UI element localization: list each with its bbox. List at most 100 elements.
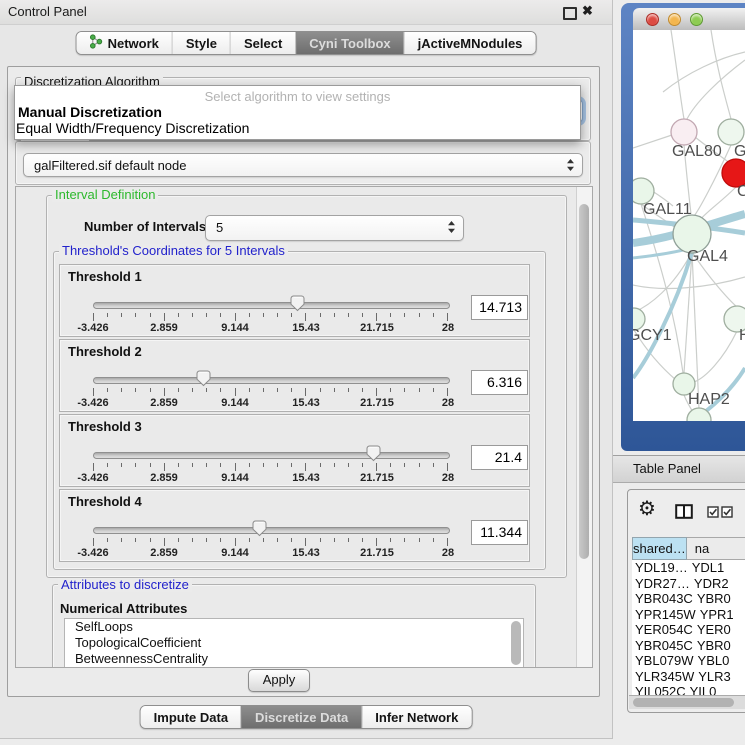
table-panel-body: ⚙ shared…na YDL19…YDL1YDR27…YDR2YBR043CY… — [627, 489, 745, 713]
threshold-1-value-field[interactable]: 14.713 — [471, 295, 528, 320]
cyni-toolbox-panel: Discretization Algorithm Select algorith… — [7, 66, 600, 697]
tab-impute-data[interactable]: Impute Data — [141, 706, 241, 728]
numerical-attributes-list[interactable]: SelfLoopsTopologicalCoefficientBetweenne… — [64, 618, 524, 668]
node-label: GA — [734, 143, 745, 160]
checkbox-checked-icon[interactable] — [707, 505, 719, 523]
network-node-ga[interactable] — [718, 119, 744, 145]
slider-track[interactable] — [93, 527, 450, 534]
tab-discretize-data[interactable]: Discretize Data — [241, 706, 361, 728]
network-nodes — [633, 119, 745, 421]
column-header-2[interactable]: na — [687, 537, 745, 560]
apply-button[interactable]: Apply — [248, 669, 310, 692]
slider-track[interactable] — [93, 452, 450, 459]
cell-name: YDR2 — [690, 576, 745, 592]
number-of-intervals-label: Number of Intervals — [84, 219, 206, 234]
cell-shared-name: YIL052C — [632, 684, 686, 695]
node-label: GCY1 — [633, 327, 672, 344]
slider-track[interactable] — [93, 377, 450, 384]
table-data-combobox[interactable]: galFiltered.sif default node — [23, 153, 583, 177]
attributes-scrollbar[interactable] — [511, 621, 521, 665]
slider-track[interactable] — [93, 302, 450, 309]
tab-label: Cyni Toolbox — [309, 36, 390, 51]
slider-scale-label: 21.715 — [360, 322, 394, 334]
node-label: GAL80 — [672, 143, 722, 160]
window-title: Control Panel — [8, 4, 87, 19]
table-horizontal-scrollbar[interactable] — [629, 695, 745, 709]
table-row[interactable]: YER054CYER0 — [632, 622, 745, 638]
slider-ticks — [93, 388, 448, 397]
threshold-3-value-field[interactable]: 21.4 — [471, 445, 528, 470]
scrollbar-thumb[interactable] — [579, 204, 589, 559]
threshold-2-value-field[interactable]: 6.316 — [471, 370, 528, 395]
threshold-4-value-field[interactable]: 11.344 — [471, 520, 528, 545]
node-label: C — [737, 183, 745, 200]
network-node-gal80[interactable] — [671, 119, 697, 145]
slider-scale-label: 2.859 — [150, 397, 178, 409]
cell-shared-name: YDR27… — [632, 576, 690, 592]
table-row[interactable]: YDR27…YDR2 — [632, 576, 745, 592]
cell-name: YBL0 — [694, 653, 745, 669]
slider-scale-label: -3.426 — [77, 322, 108, 334]
algorithm-placeholder-item[interactable]: Select algorithm to view settings — [15, 86, 580, 104]
cell-name: YLR3 — [694, 669, 745, 685]
algorithm-option-manual[interactable]: Manual Discretization — [15, 104, 580, 120]
bottom-tab-bar: Impute Data Discretize Data Infer Network — [140, 705, 473, 729]
threshold-2-row: Threshold 2-3.4262.8599.14415.4321.71528… — [59, 339, 530, 412]
scrollbar-thumb[interactable] — [633, 698, 734, 707]
settings-scroll-area: Interval Definition Number of Intervals … — [15, 186, 593, 668]
cell-name: YER0 — [693, 622, 745, 638]
tab-cyni-toolbox[interactable]: Cyni Toolbox — [295, 32, 403, 54]
tab-label: Network — [108, 36, 159, 51]
node-table[interactable]: shared…na YDL19…YDL1YDR27…YDR2YBR043CYBR… — [632, 537, 745, 695]
close-light-icon[interactable] — [646, 13, 659, 26]
minimize-light-icon[interactable] — [668, 13, 681, 26]
slider-scale-label: 21.715 — [360, 397, 394, 409]
table-row[interactable]: YBL079WYBL0 — [632, 653, 745, 669]
network-canvas[interactable]: GAL80GACGAL11GAL4GCY1HHAP2 — [633, 30, 745, 421]
slider-scale-label: 2.859 — [150, 472, 178, 484]
node-label: HAP2 — [688, 391, 730, 408]
table-row[interactable]: YIL052CYIL0 — [632, 684, 745, 695]
cell-shared-name: YDL19… — [632, 560, 688, 576]
close-icon[interactable]: ✖ — [582, 3, 593, 19]
tab-label: Style — [186, 36, 217, 51]
table-row[interactable]: YPR145WYPR1 — [632, 607, 745, 623]
cell-shared-name: YPR145W — [632, 607, 696, 623]
checkbox-checked-icon[interactable] — [721, 505, 733, 523]
table-row[interactable]: YDL19…YDL1 — [632, 560, 745, 576]
cell-shared-name: YBR045C — [632, 638, 693, 654]
slider-ticks — [93, 463, 448, 472]
panel-vertical-scrollbar[interactable] — [576, 187, 592, 667]
tab-select[interactable]: Select — [230, 32, 295, 54]
tab-style[interactable]: Style — [172, 32, 230, 54]
table-row[interactable]: YBR043CYBR0 — [632, 591, 745, 607]
gear-icon[interactable]: ⚙ — [638, 496, 656, 521]
zoom-light-icon[interactable] — [690, 13, 703, 26]
split-view-icon[interactable] — [675, 504, 693, 524]
slider-ticks — [93, 538, 448, 547]
cell-shared-name: YLR345W — [632, 669, 694, 685]
tab-label: Select — [244, 36, 282, 51]
table-row[interactable]: YBR045CYBR0 — [632, 638, 745, 654]
table-row[interactable]: YLR345WYLR3 — [632, 669, 745, 685]
tab-label: Discretize Data — [255, 710, 348, 725]
attribute-list-item[interactable]: BetweennessCentrality — [65, 651, 523, 667]
slider-scale-label: 28 — [442, 322, 454, 334]
tab-infer-network[interactable]: Infer Network — [361, 706, 471, 728]
cell-name: YBR0 — [693, 591, 745, 607]
attribute-list-item[interactable]: SelfLoops — [65, 619, 523, 635]
cell-shared-name: YBL079W — [632, 653, 694, 669]
algorithm-option-equal-width[interactable]: Equal Width/Frequency Discretization — [15, 120, 580, 136]
tab-network[interactable]: Network — [77, 32, 172, 54]
float-window-icon[interactable] — [563, 7, 577, 20]
network-window-titlebar — [633, 8, 745, 31]
table-rows: YDL19…YDL1YDR27…YDR2YBR043CYBR0YPR145WYP… — [632, 560, 745, 695]
cell-name: YBR0 — [693, 638, 745, 654]
number-of-intervals-combobox[interactable]: 5 — [205, 215, 464, 241]
algorithm-dropdown-popup: Select algorithm to view settings Manual… — [14, 85, 581, 140]
cell-name: YDL1 — [688, 560, 745, 576]
attribute-list-item[interactable]: TopologicalCoefficient — [65, 635, 523, 651]
slider-scale-label: 9.144 — [221, 397, 249, 409]
tab-jactivemnodules[interactable]: jActiveMNodules — [404, 32, 536, 54]
column-header-1[interactable]: shared… — [632, 537, 687, 560]
